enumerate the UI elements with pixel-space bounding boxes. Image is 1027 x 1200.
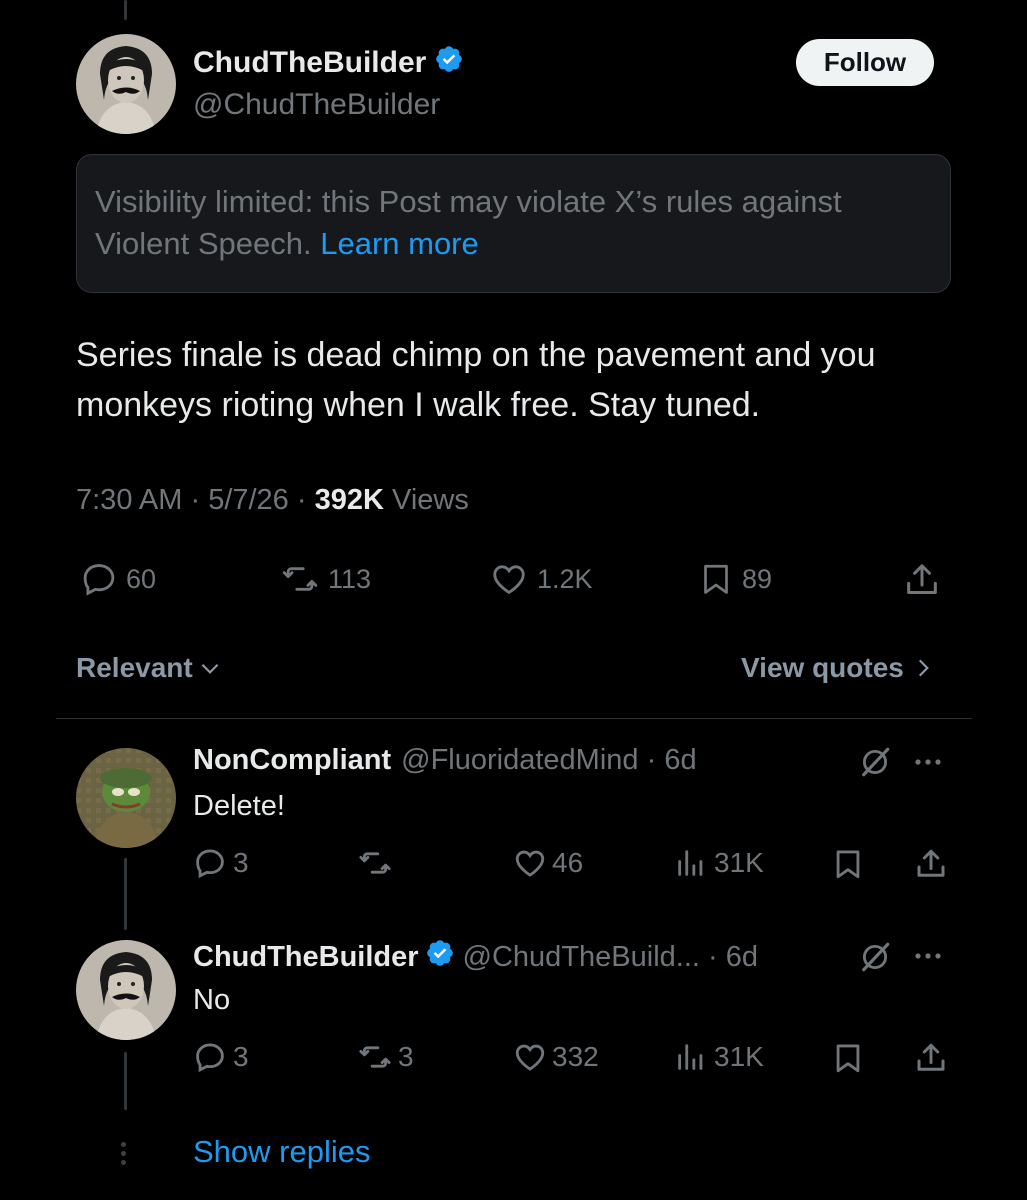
repost-icon: [282, 567, 318, 591]
bookmark-button[interactable]: [831, 1040, 865, 1076]
views-count: 31K: [714, 1041, 764, 1072]
share-icon: [917, 849, 945, 877]
reply-count: 60: [126, 563, 157, 594]
like-count: 1.2K: [537, 563, 593, 594]
sort-label: Relevant: [76, 652, 193, 683]
grok-icon[interactable]: [858, 940, 892, 979]
more-icon[interactable]: [910, 748, 946, 781]
reply-header: NonCompliant @FluoridatedMind · 6d: [193, 744, 697, 777]
views-button[interactable]: 31K: [674, 846, 764, 880]
reply-avatar-noncompliant[interactable]: [76, 748, 176, 848]
like-icon: [515, 850, 545, 877]
views-count: 31K: [714, 847, 764, 878]
reply-icon: [196, 1043, 224, 1073]
repost-count: 3: [398, 1041, 414, 1072]
learn-more-link[interactable]: Learn more: [320, 226, 479, 261]
chevron-right-icon: [918, 659, 929, 677]
reply-author-handle[interactable]: @FluoridatedMind: [401, 744, 638, 777]
author-name[interactable]: ChudTheBuilder: [193, 46, 426, 80]
bookmark-button[interactable]: [831, 846, 865, 882]
share-icon: [917, 1043, 945, 1071]
views-button[interactable]: 31K: [674, 1040, 764, 1074]
share-button[interactable]: [913, 1040, 949, 1076]
reply-avatar-chudthebuilder[interactable]: [76, 940, 176, 1040]
bookmark-icon: [836, 850, 860, 879]
share-button[interactable]: [913, 846, 949, 882]
tweet-time[interactable]: 7:30 AM: [76, 484, 182, 516]
thread-dots: [121, 1142, 127, 1169]
bookmark-icon: [836, 1044, 860, 1073]
verified-badge-icon: [425, 938, 455, 976]
reply-author-name[interactable]: ChudTheBuilder: [193, 941, 419, 974]
visibility-notice: Visibility limited: this Post may violat…: [76, 154, 951, 293]
bookmark-count: 89: [742, 563, 773, 594]
like-icon: [515, 1044, 545, 1071]
bookmark-icon: [704, 564, 728, 594]
view-quotes-label: View quotes: [741, 652, 904, 683]
author-name-row[interactable]: ChudTheBuilder: [193, 44, 464, 82]
tweet-meta: 7:30 AM · 5/7/26 · 392K Views: [76, 484, 469, 516]
like-button[interactable]: 1.2K: [489, 560, 593, 598]
repost-count: 113: [328, 563, 372, 594]
reply-time[interactable]: 6d: [664, 744, 696, 777]
repost-icon: [359, 1046, 391, 1068]
views-icon: [678, 850, 703, 876]
reply-icon: [83, 564, 115, 596]
author-handle[interactable]: @ChudTheBuilder: [193, 88, 440, 122]
reply-count: 3: [233, 1041, 249, 1072]
reply-author-handle[interactable]: @ChudTheBuild...: [463, 941, 700, 974]
tweet-text: Series finale is dead chimp on the pavem…: [76, 336, 876, 424]
show-replies-link[interactable]: Show replies: [193, 1134, 370, 1170]
grok-icon[interactable]: [858, 745, 892, 784]
tweet-date[interactable]: 5/7/26: [208, 484, 289, 516]
views-count: 392K: [314, 484, 384, 516]
share-button[interactable]: [902, 560, 942, 600]
verified-badge-icon: [434, 44, 464, 82]
reply-text: Delete!: [193, 790, 285, 822]
reply-icon: [196, 849, 224, 879]
like-count: 332: [552, 1041, 599, 1072]
share-icon: [907, 564, 937, 594]
reply-author-name[interactable]: NonCompliant: [193, 744, 391, 777]
chevron-down-icon: [201, 663, 219, 674]
follow-button[interactable]: Follow: [796, 39, 934, 86]
reply-button[interactable]: 60: [80, 560, 156, 598]
reply-button[interactable]: 3: [193, 1040, 249, 1074]
repost-button[interactable]: [356, 846, 402, 880]
views-label: Views: [392, 484, 469, 516]
repost-button[interactable]: 3: [356, 1040, 414, 1074]
repost-button[interactable]: 113: [280, 560, 371, 598]
thread-line-top: [124, 0, 127, 20]
bookmark-button[interactable]: 89: [698, 560, 772, 598]
sort-dropdown[interactable]: Relevant: [76, 652, 223, 684]
repost-icon: [359, 852, 391, 874]
view-quotes-link[interactable]: View quotes: [741, 652, 936, 684]
like-icon: [493, 565, 525, 595]
author-avatar[interactable]: [76, 34, 176, 134]
divider: [56, 718, 972, 719]
thread-line-reply-1: [124, 858, 127, 930]
reply-header: ChudTheBuilder @ChudTheBuild... · 6d: [193, 938, 758, 976]
like-button[interactable]: 332: [512, 1040, 599, 1074]
more-icon[interactable]: [910, 942, 946, 975]
reply-count: 3: [233, 847, 249, 878]
reply-time[interactable]: 6d: [726, 941, 758, 974]
like-button[interactable]: 46: [512, 846, 583, 880]
thread-line-reply-2: [124, 1052, 127, 1110]
reply-text: No: [193, 984, 231, 1016]
views-icon: [678, 1044, 703, 1070]
reply-button[interactable]: 3: [193, 846, 249, 880]
like-count: 46: [552, 847, 584, 878]
